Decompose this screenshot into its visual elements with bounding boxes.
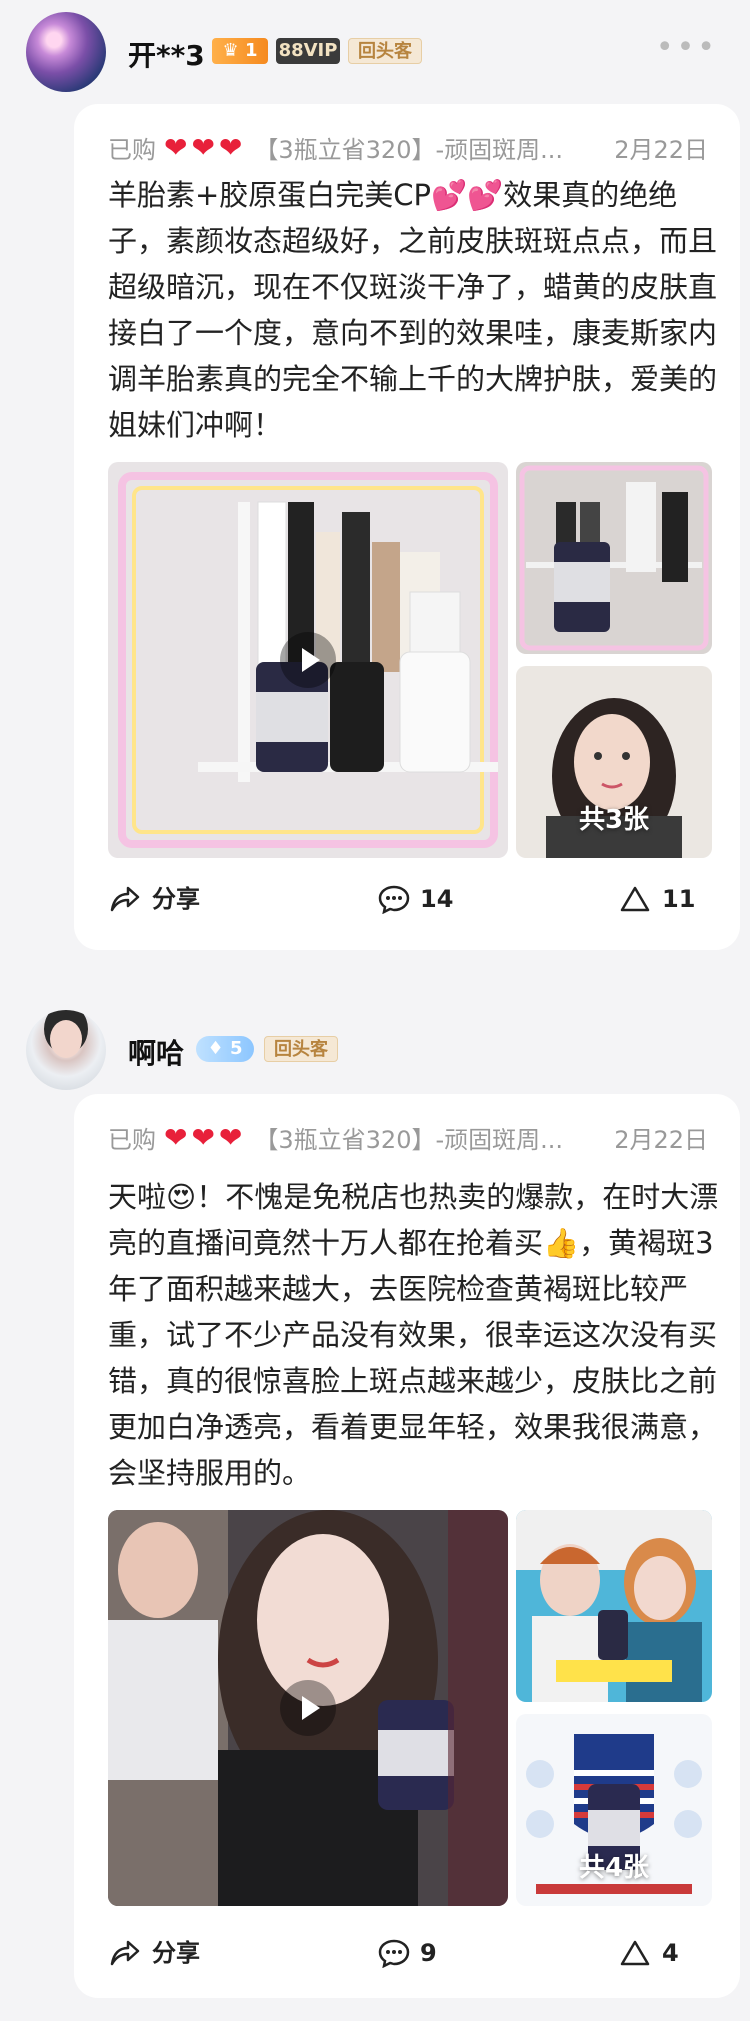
like-icon	[620, 886, 650, 912]
like-icon	[620, 1940, 650, 1966]
share-icon	[110, 886, 140, 912]
product-variant[interactable]: 【3瓶立省320】-顽固斑周...	[254, 136, 563, 164]
repeat-customer-badge: 回头客	[348, 38, 422, 64]
play-icon[interactable]	[280, 1680, 336, 1736]
username[interactable]: 开**3	[128, 34, 205, 74]
like-button[interactable]: 11	[620, 874, 700, 924]
action-bar: 分享 14 11	[74, 874, 740, 924]
review-video-thumbnail[interactable]	[108, 1510, 508, 1906]
review-video-thumbnail[interactable]	[108, 462, 508, 858]
comment-count: 14	[420, 885, 454, 913]
more-icon[interactable]: •••	[656, 30, 718, 65]
like-count: 4	[662, 1939, 679, 1967]
username[interactable]: 啊哈	[128, 1032, 184, 1072]
image-count-badge: 共4张	[578, 1853, 650, 1883]
review-photo[interactable]: 共3张	[516, 666, 712, 858]
like-count: 11	[662, 885, 696, 913]
level-badge: ♛ 1	[212, 38, 268, 64]
image-count-badge: 共3张	[578, 805, 650, 835]
play-icon[interactable]	[280, 632, 336, 688]
avatar[interactable]	[26, 12, 106, 92]
review-card: 已购 ❤❤❤ 【3瓶立省320】-顽固斑周... 2月22日 天啦😍！不愧是免税店也…	[74, 1094, 740, 1998]
product-variant[interactable]: 【3瓶立省320】-顽固斑周...	[254, 1126, 563, 1154]
review-card: 已购 ❤❤❤ 【3瓶立省320】-顽固斑周... 2月22日 羊胎素+胶原蛋白完美C…	[74, 104, 740, 950]
like-button[interactable]: 4	[620, 1928, 700, 1978]
purchase-meta: 已购 ❤❤❤ 【3瓶立省320】-顽固斑周... 2月22日	[108, 1120, 708, 1156]
share-icon	[110, 1940, 140, 1966]
action-bar: 分享 9 4	[74, 1928, 740, 1978]
diamond-badge: ♦ 5	[196, 1036, 254, 1062]
comment-button[interactable]: 14	[378, 874, 468, 924]
comment-button[interactable]: 9	[378, 1928, 468, 1978]
share-button[interactable]: 分享	[108, 874, 228, 924]
review-text: 天啦😍！不愧是免税店也热卖的爆款，在时大漂亮的直播间竟然十万人都在抢着买👍，黄褐…	[108, 1180, 719, 1490]
review-photo[interactable]: 共4张	[516, 1714, 712, 1906]
vip-badge: 88VIP	[276, 38, 340, 64]
review-date: 2月22日	[614, 1126, 708, 1154]
review-date: 2月22日	[614, 136, 708, 164]
review-header: 开**3 ♛ 1 88VIP 回头客 •••	[0, 0, 750, 100]
review-header: 啊哈 ♦ 5 回头客	[0, 1002, 750, 1102]
repeat-customer-badge: 回头客	[264, 1036, 338, 1062]
comment-icon	[378, 1939, 410, 1968]
purchase-meta: 已购 ❤❤❤ 【3瓶立省320】-顽固斑周... 2月22日	[108, 130, 708, 166]
purchased-label: 已购	[108, 136, 156, 164]
review-text: 羊胎素+胶原蛋白完美CP💕💕效果真的绝绝子，素颜妆态超级好，之前皮肤斑斑点点，而…	[108, 178, 718, 442]
avatar[interactable]	[26, 1010, 106, 1090]
purchased-label: 已购	[108, 1126, 156, 1154]
review-photo[interactable]	[516, 462, 712, 654]
comment-count: 9	[420, 1939, 437, 1967]
rating-hearts: ❤❤❤	[164, 131, 247, 164]
rating-hearts: ❤❤❤	[164, 1121, 247, 1154]
review-photo[interactable]	[516, 1510, 712, 1702]
share-button[interactable]: 分享	[108, 1928, 228, 1978]
comment-icon	[378, 885, 410, 914]
